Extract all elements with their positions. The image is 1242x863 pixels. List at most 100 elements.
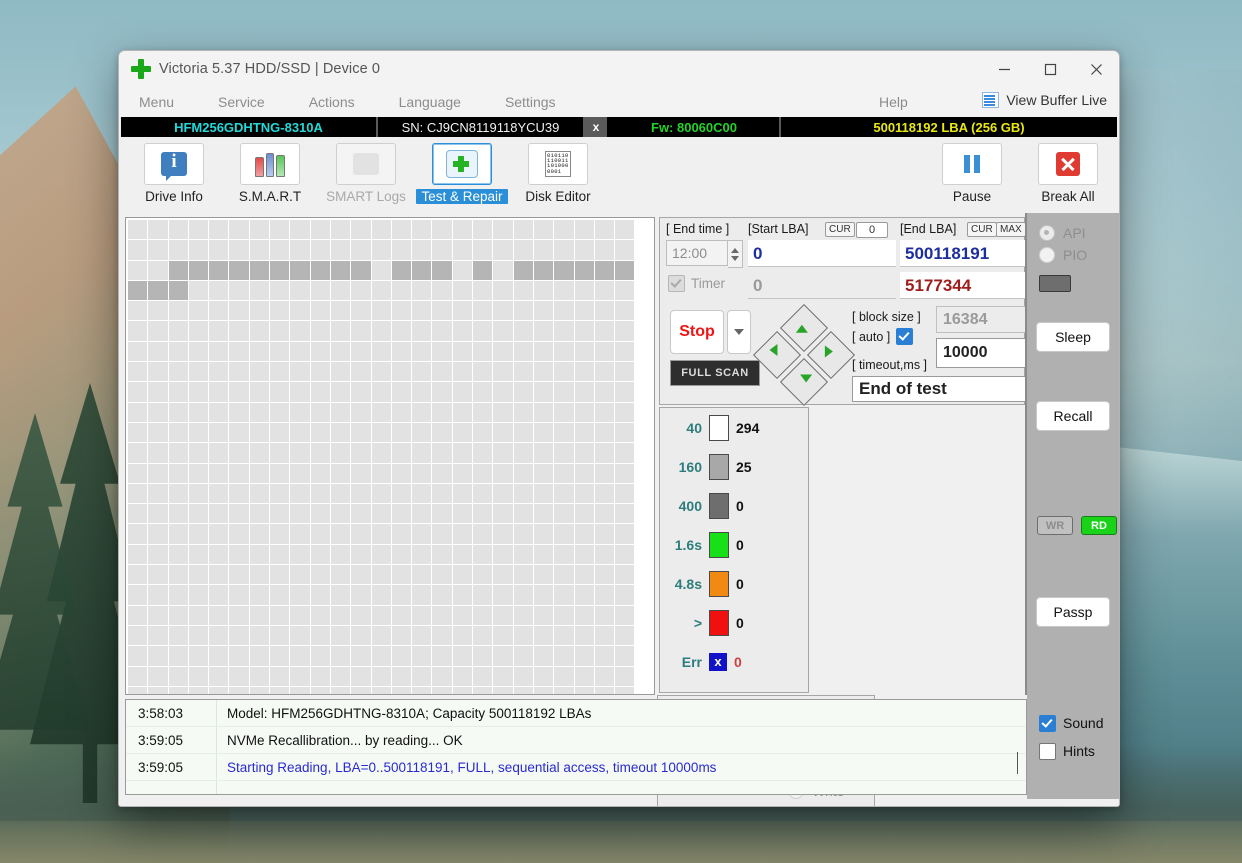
grid-cell[interactable] [229,220,249,240]
grid-cell[interactable] [533,524,554,544]
grid-cell[interactable] [412,443,432,463]
grid-cell[interactable] [493,260,513,280]
grid-cell[interactable] [513,301,533,321]
grid-cell[interactable] [513,605,533,625]
grid-cell[interactable] [371,625,391,646]
end-lba-cur-button[interactable]: CUR [967,222,997,237]
grid-cell[interactable] [148,483,168,504]
grid-cell[interactable] [371,443,391,463]
grid-cell[interactable] [412,483,432,504]
log-row[interactable]: 3:59:05 NVMe Recallibration... by readin… [126,727,1026,754]
grid-cell[interactable] [209,625,229,646]
grid-cell[interactable] [554,402,574,422]
grid-cell[interactable] [128,686,148,694]
grid-cell[interactable] [412,585,432,605]
grid-cell[interactable] [574,483,594,504]
grid-cell[interactable] [128,240,148,260]
grid-cell[interactable] [533,463,554,483]
grid-cell[interactable] [594,646,615,666]
grid-cell[interactable] [452,280,473,301]
grid-cell[interactable] [188,362,209,382]
grid-cell[interactable] [229,585,249,605]
grid-cell[interactable] [310,422,330,443]
grid-cell[interactable] [513,666,533,686]
grid-cell[interactable] [188,605,209,625]
grid-cell[interactable] [513,422,533,443]
grid-cell[interactable] [290,362,310,382]
grid-cell[interactable] [432,321,452,341]
grid-cell[interactable] [371,524,391,544]
grid-cell[interactable] [371,666,391,686]
grid-cell[interactable] [533,220,554,240]
grid-cell[interactable] [229,605,249,625]
grid-cell[interactable] [371,301,391,321]
log-list[interactable]: 3:58:03 Model: HFM256GDHTNG-8310A; Capac… [125,699,1027,795]
grid-cell[interactable] [188,220,209,240]
grid-cell[interactable] [209,382,229,402]
grid-cell[interactable] [351,422,371,443]
grid-cell[interactable] [229,301,249,321]
grid-cell[interactable] [270,280,290,301]
grid-cell[interactable] [391,483,412,504]
grid-cell[interactable] [310,362,330,382]
grid-cell[interactable] [229,646,249,666]
grid-cell[interactable] [188,280,209,301]
grid-cell[interactable] [128,585,148,605]
grid-cell[interactable] [270,483,290,504]
menu-item-actions[interactable]: Actions [309,94,355,110]
grid-cell[interactable] [473,422,493,443]
grid-cell[interactable] [249,280,270,301]
grid-cell[interactable] [533,666,554,686]
grid-cell[interactable] [574,280,594,301]
grid-cell[interactable] [554,646,574,666]
grid-cell[interactable] [148,341,168,362]
grid-cell[interactable] [351,483,371,504]
grid-cell[interactable] [310,301,330,321]
grid-cell[interactable] [270,585,290,605]
grid-cell[interactable] [371,321,391,341]
grid-cell[interactable] [452,646,473,666]
grid-cell[interactable] [594,524,615,544]
grid-cell[interactable] [371,504,391,524]
grid-cell[interactable] [351,585,371,605]
grid-cell[interactable] [330,260,351,280]
grid-cell[interactable] [351,646,371,666]
grid-cell[interactable] [290,382,310,402]
grid-cell[interactable] [594,321,615,341]
grid-cell[interactable] [209,544,229,565]
grid-cell[interactable] [432,605,452,625]
grid-cell[interactable] [351,240,371,260]
grid-cell[interactable] [310,260,330,280]
grid-cell[interactable] [270,321,290,341]
rail-indicator-pill[interactable] [1039,275,1071,292]
grid-cell[interactable] [432,382,452,402]
grid-cell[interactable] [249,463,270,483]
grid-cell[interactable] [432,240,452,260]
grid-cell[interactable] [371,280,391,301]
grid-cell[interactable] [351,321,371,341]
grid-cell[interactable] [310,443,330,463]
grid-cell[interactable] [330,220,351,240]
grid-cell[interactable] [128,565,148,585]
grid-cell[interactable] [615,341,635,362]
grid-cell[interactable] [554,362,574,382]
grid-cell[interactable] [310,382,330,402]
toolbar-button-smart-logs[interactable]: SMART Logs [325,143,407,204]
grid-cell[interactable] [533,301,554,321]
grid-cell[interactable] [493,504,513,524]
grid-cell[interactable] [594,280,615,301]
grid-cell[interactable] [290,544,310,565]
grid-cell[interactable] [493,402,513,422]
log-row[interactable]: 3:59:05 Starting Reading, LBA=0..5001181… [126,754,1026,781]
grid-cell[interactable] [452,240,473,260]
grid-cell[interactable] [371,220,391,240]
grid-cell[interactable] [554,666,574,686]
grid-cell[interactable] [473,666,493,686]
grid-cell[interactable] [391,666,412,686]
grid-cell[interactable] [330,605,351,625]
grid-cell[interactable] [168,362,188,382]
grid-cell[interactable] [229,260,249,280]
grid-cell[interactable] [371,382,391,402]
grid-cell[interactable] [310,605,330,625]
grid-cell[interactable] [148,544,168,565]
